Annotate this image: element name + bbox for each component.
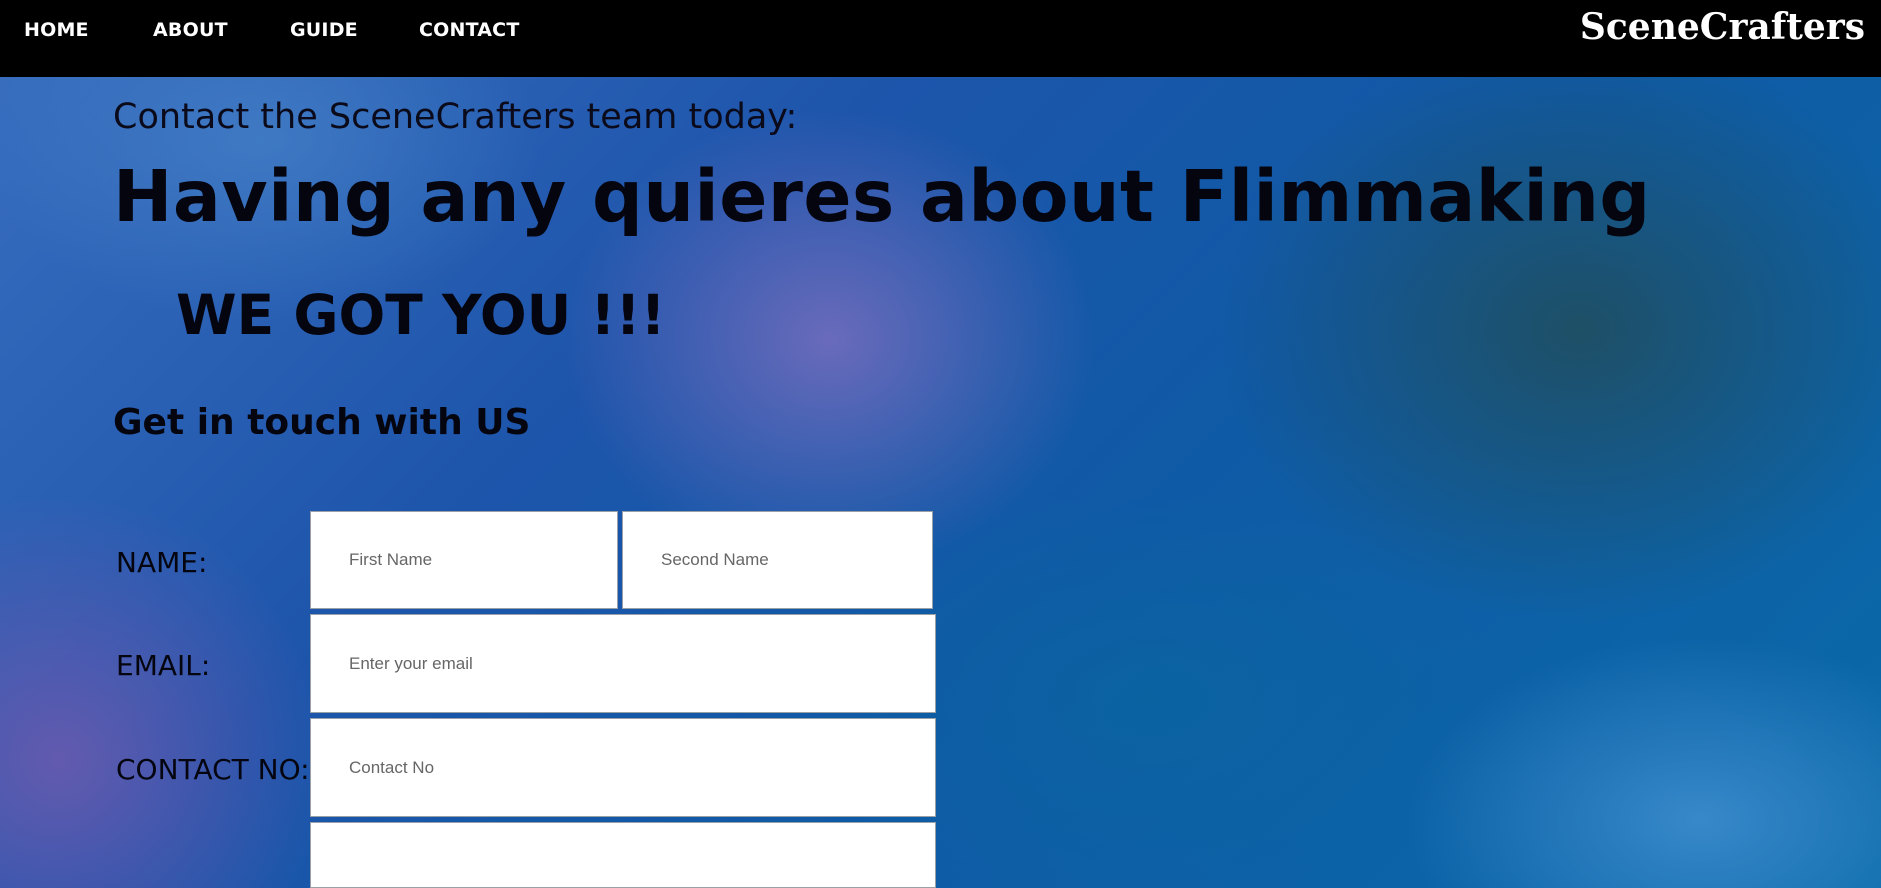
nav-about-link[interactable]: ABOUT: [153, 19, 228, 41]
email-label: EMAIL:: [116, 649, 211, 682]
page-headline: Having any quieres about Flimmaking: [113, 155, 1651, 238]
nav-contact-link[interactable]: CONTACT: [419, 19, 520, 41]
brand-logo[interactable]: SceneCrafters: [1580, 6, 1865, 48]
message-textarea[interactable]: [310, 822, 936, 888]
first-name-input[interactable]: [310, 511, 618, 609]
contact-no-label: CONTACT NO:: [116, 753, 310, 786]
nav-home-link[interactable]: HOME: [24, 19, 89, 41]
section-heading: Get in touch with US: [113, 402, 531, 443]
email-input[interactable]: [310, 614, 936, 713]
name-label: NAME:: [116, 546, 208, 579]
contact-no-input[interactable]: [310, 718, 936, 817]
nav-guide-link[interactable]: GUIDE: [290, 19, 358, 41]
second-name-input[interactable]: [622, 511, 933, 609]
top-navbar: HOME ABOUT GUIDE CONTACT SceneCrafters: [0, 0, 1881, 77]
page-subheadline: WE GOT YOU !!!: [176, 283, 666, 347]
intro-text: Contact the SceneCrafters team today:: [113, 97, 798, 137]
